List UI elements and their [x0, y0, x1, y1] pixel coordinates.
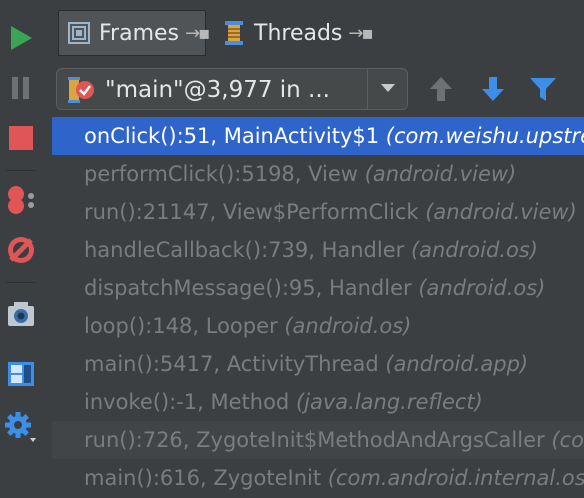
frame-row[interactable]: invoke():-1, Method (java.lang.reflect) — [52, 383, 584, 421]
frame-package: (android.view) — [425, 200, 577, 224]
frame-method: main():616, ZygoteInit — [84, 466, 328, 490]
tab-threads-label: Threads — [254, 20, 343, 46]
next-frame-button[interactable] — [478, 74, 508, 104]
debugger-panel: Frames →▪ Threads →▪ "main"@3,977 in ...… — [52, 0, 584, 498]
frame-package: (android.os) — [410, 238, 538, 262]
layout-icon[interactable] — [3, 356, 39, 392]
frame-row[interactable]: run():726, ZygoteInit$MethodAndArgsCalle… — [52, 421, 584, 459]
frame-method: handleCallback():739, Handler — [84, 238, 411, 262]
resume-icon[interactable] — [3, 20, 39, 56]
view-breakpoints-icon[interactable] — [3, 182, 39, 218]
mute-breakpoints-icon[interactable] — [3, 232, 39, 268]
frames-list: onClick():51, MainActivity$1 (com.weishu… — [52, 117, 584, 498]
stop-icon[interactable] — [3, 120, 39, 156]
frame-row[interactable]: handleCallback():739, Handler (android.o… — [52, 231, 584, 269]
frame-package: (android.os) — [284, 314, 412, 338]
frame-row[interactable]: performClick():5198, View (android.view) — [52, 155, 584, 193]
threads-icon — [222, 19, 246, 47]
frame-package: (android.os) — [418, 276, 546, 300]
thread-selector[interactable]: "main"@3,977 in ... — [56, 68, 408, 110]
frame-package: (com.android.internal.os) — [327, 466, 584, 490]
arrow-up-icon — [429, 76, 453, 102]
frame-method: main():5417, ActivityThread — [84, 352, 386, 376]
frame-package: (java.lang.reflect) — [295, 390, 483, 414]
frame-package: (android.app) — [385, 352, 529, 376]
frame-row[interactable]: main():5417, ActivityThread (android.app… — [52, 345, 584, 383]
settings-icon[interactable] — [3, 410, 39, 446]
frame-package: (com.android.internal.os) — [551, 428, 584, 452]
thread-selector-value: "main"@3,977 in ... — [105, 77, 330, 103]
tab-frames-label: Frames — [99, 20, 180, 46]
pin-icon[interactable]: →▪ — [185, 23, 210, 44]
frame-method: run():21147, View$PerformClick — [84, 200, 426, 224]
frame-method: loop():148, Looper — [84, 314, 285, 338]
frame-row[interactable]: run():21147, View$PerformClick (android.… — [52, 193, 584, 231]
filter-button[interactable] — [528, 74, 558, 104]
frames-controls: "main"@3,977 in ... — [52, 64, 584, 116]
frame-method: performClick():5198, View — [84, 162, 365, 186]
frame-row[interactable]: onClick():51, MainActivity$1 (com.weishu… — [52, 117, 584, 155]
thread-suspended-icon — [67, 76, 95, 104]
pause-icon[interactable] — [3, 70, 39, 106]
frame-row[interactable]: loop():148, Looper (android.os) — [52, 307, 584, 345]
frame-method: onClick():51, MainActivity$1 — [84, 124, 386, 148]
frame-package: (com.weishu.upstream) — [385, 124, 584, 148]
pin-icon[interactable]: →▪ — [348, 23, 373, 44]
filter-icon — [529, 76, 557, 102]
chevron-down-icon[interactable] — [379, 79, 397, 101]
tab-threads[interactable]: Threads →▪ — [214, 10, 382, 56]
frame-row[interactable]: main():616, ZygoteInit (com.android.inte… — [52, 459, 584, 497]
debug-toolbar — [0, 0, 53, 498]
frames-icon — [67, 21, 91, 45]
camera-icon[interactable] — [3, 296, 39, 332]
previous-frame-button[interactable] — [426, 74, 456, 104]
frame-package: (android.view) — [364, 162, 517, 186]
panel-tabs: Frames →▪ Threads →▪ — [52, 0, 584, 65]
frame-row[interactable]: dispatchMessage():95, Handler (android.o… — [52, 269, 584, 307]
arrow-down-icon — [481, 76, 505, 102]
frame-method: run():726, ZygoteInit$MethodAndArgsCalle… — [84, 428, 552, 452]
frame-method: invoke():-1, Method — [84, 390, 296, 414]
frame-method: dispatchMessage():95, Handler — [84, 276, 419, 300]
tab-frames[interactable]: Frames →▪ — [58, 10, 210, 56]
